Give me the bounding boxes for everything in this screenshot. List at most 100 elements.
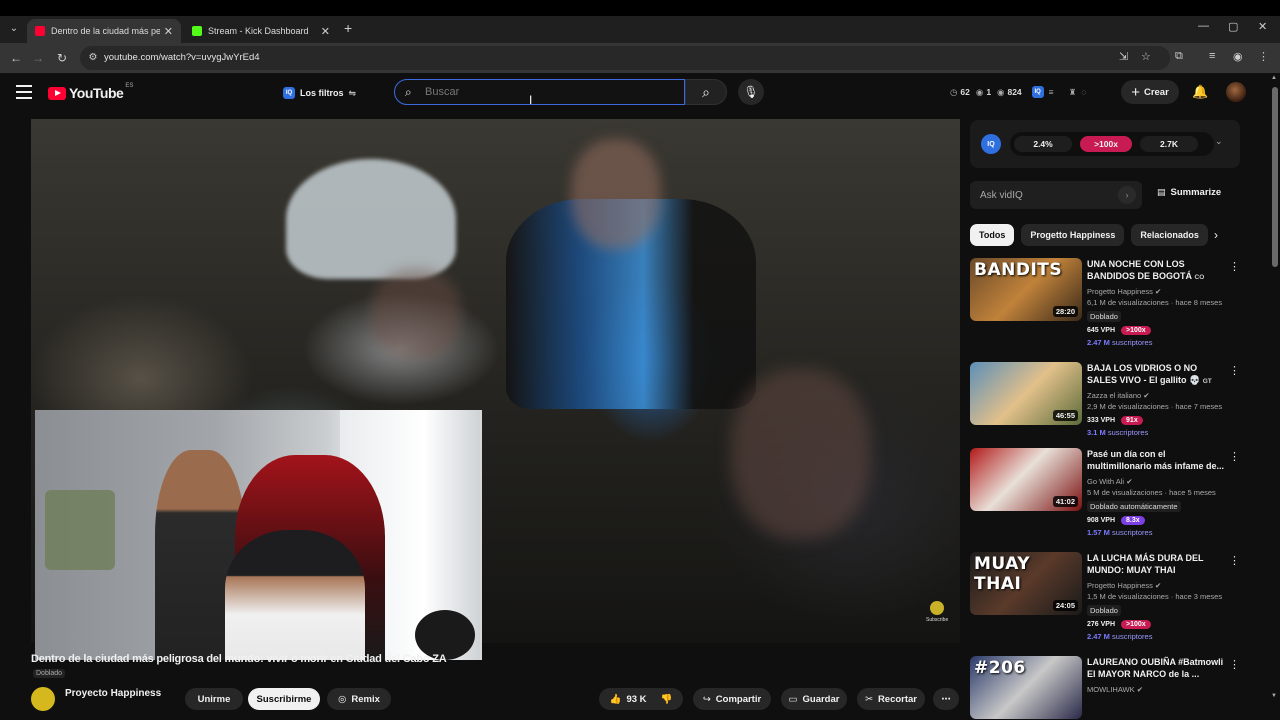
blurred-face [571, 139, 661, 249]
browser-tab-kick[interactable]: Stream - Kick Dashboard ✕ [184, 19, 338, 43]
vidiq-icon[interactable]: IQ [981, 134, 1001, 154]
media-controls-icon[interactable]: ≡ [1209, 50, 1215, 62]
more-options-icon[interactable]: ⋮ [1229, 450, 1240, 463]
send-arrow-icon[interactable]: › [1118, 186, 1136, 204]
subscriber-count: 2.47 M suscriptores [1087, 338, 1227, 347]
channel-avatar[interactable] [31, 687, 55, 711]
subscriber-value: 2.47 M [1087, 632, 1110, 641]
install-app-icon[interactable]: ⇲ [1119, 50, 1128, 63]
more-options-icon[interactable]: ⋮ [1229, 364, 1240, 377]
more-options-icon[interactable]: ⋮ [1229, 554, 1240, 567]
tab-search-icon[interactable]: ⌄ [6, 21, 22, 37]
address-bar[interactable]: ⚙ youtube.com/watch?v=uvygJwYrEd4 [80, 46, 1170, 70]
scroll-up-icon[interactable]: ▲ [1271, 75, 1277, 81]
back-icon[interactable]: ← [8, 50, 24, 66]
subscriber-value: 1.57 M [1087, 528, 1110, 537]
list-icon[interactable]: ≡ [1049, 87, 1054, 97]
vidiq-stats-row: 645 VPH >100x [1087, 326, 1227, 335]
recommendation-title[interactable]: LA LUCHA MÁS DURA DEL MUNDO: MUAY THAI [1087, 552, 1227, 576]
channel-name[interactable]: Go With Ali [1087, 477, 1124, 486]
more-actions-icon[interactable]: ⋯ [933, 688, 959, 710]
close-window-icon[interactable]: ✕ [1258, 20, 1267, 33]
subscribe-watermark[interactable]: Subscribe [926, 601, 948, 623]
remix-button[interactable]: ◎ Remix [327, 688, 391, 710]
video-thumbnail[interactable]: BANDITS 28:20 [970, 258, 1082, 321]
extensions-icon[interactable]: ⧉ [1175, 50, 1183, 63]
vph-metric[interactable]: 2.7K [1140, 136, 1198, 152]
minimize-icon[interactable]: — [1198, 20, 1209, 32]
youtube-header: YouTube ES IQ Los filtros ⇋ ⌕ ⌕ 🎙 I ◷62 … [0, 73, 1280, 113]
channel-name[interactable]: Progetto Happiness [1087, 287, 1153, 296]
close-tab-icon[interactable]: ✕ [321, 25, 330, 38]
more-options-icon[interactable]: ⋮ [1229, 658, 1240, 671]
recommendation-title[interactable]: Pasé un día con el multimillonario más i… [1087, 448, 1227, 472]
recommendation-card[interactable]: 46:55 BAJA LOS VIDRIOS O NO SALES VIVO - … [970, 362, 1240, 458]
hamburger-menu-icon[interactable] [16, 85, 32, 99]
search-button[interactable]: ⌕ [685, 79, 727, 105]
chat-icon[interactable]: ◌ [1081, 87, 1086, 97]
chip-todos[interactable]: Todos [970, 224, 1015, 246]
recommendation-card[interactable]: 41:02 Pasé un día con el multimillonario … [970, 448, 1240, 544]
profile-avatar-icon[interactable]: ◉ [1233, 50, 1243, 63]
dubbed-tag: Doblado [33, 669, 66, 678]
video-thumbnail[interactable]: MUAY THAI 24:05 [970, 552, 1082, 615]
recommendation-title[interactable]: UNA NOCHE CON LOS BANDIDOS DE BOGOTÁ CO [1087, 258, 1227, 282]
scrollbar-thumb[interactable] [1272, 87, 1278, 267]
join-button[interactable]: Unirme [185, 688, 243, 710]
verified-icon: ✔ [1126, 477, 1133, 486]
scroll-down-icon[interactable]: ▼ [1271, 693, 1277, 699]
close-tab-icon[interactable]: ✕ [164, 25, 173, 38]
recommendation-title[interactable]: BAJA LOS VIDRIOS O NO SALES VIVO - El ga… [1087, 362, 1227, 386]
clip-button[interactable]: ✂ Recortar [857, 688, 925, 710]
recommendation-card[interactable]: BANDITS 28:20 UNA NOCHE CON LOS BANDIDOS D… [970, 258, 1240, 354]
search-input[interactable] [425, 83, 665, 101]
browser-menu-icon[interactable]: ⋮ [1258, 50, 1269, 63]
trophy-icon[interactable]: ♜ [1069, 87, 1077, 98]
create-button[interactable]: + Crear [1121, 80, 1179, 104]
browser-tab-youtube[interactable]: Dentro de la ciudad más peligrosa ✕ [27, 19, 181, 43]
outlier-metric[interactable]: >100x [1080, 136, 1132, 152]
chevron-right-icon[interactable]: › [1214, 228, 1218, 242]
account-avatar[interactable] [1226, 82, 1246, 102]
clock-icon: ◷ [950, 86, 958, 97]
ask-vidiq-input[interactable] [980, 187, 1110, 203]
recommendation-meta: Zazza el italiano ✔ 2,9 M de visualizacio… [1087, 390, 1227, 412]
like-button[interactable]: 👍 93 K 👎 [599, 688, 683, 710]
share-button[interactable]: ↪ Compartir [693, 688, 771, 710]
voice-search-button[interactable]: 🎙 [738, 79, 764, 105]
vidiq-filters-button[interactable]: IQ Los filtros ⇋ [283, 84, 356, 102]
site-info-icon[interactable]: ⚙ [86, 51, 100, 65]
title-text: UNA NOCHE CON LOS BANDIDOS DE BOGOTÁ [1087, 259, 1193, 281]
thumbs-down-icon[interactable]: 👎 [661, 694, 673, 705]
page-scrollbar[interactable]: ▲ ▼ [1270, 73, 1280, 720]
bookmark-star-icon[interactable]: ☆ [1141, 50, 1151, 63]
youtube-logo[interactable]: YouTube ES [48, 83, 133, 101]
subscribe-button[interactable]: Suscribirme [248, 688, 320, 710]
outlier-badge: 8.3x [1121, 516, 1145, 525]
vidiq-icon[interactable]: IQ [1031, 86, 1044, 98]
chip-channel[interactable]: Progetto Happiness [1021, 224, 1125, 246]
save-button[interactable]: ▭ Guardar [781, 688, 847, 710]
recommendation-title[interactable]: LAUREANO OUBIÑA #Batmowli El MAYOR NARCO… [1087, 656, 1227, 680]
video-thumbnail[interactable]: #206 [970, 656, 1082, 719]
channel-name[interactable]: Zazza el italiano [1087, 391, 1141, 400]
video-thumbnail[interactable]: 41:02 [970, 448, 1082, 511]
recommendation-card[interactable]: #206 LAUREANO OUBIÑA #Batmowli El MAYOR N… [970, 656, 1240, 720]
channel-name[interactable]: MOWLIHAWK [1087, 685, 1135, 694]
chip-related[interactable]: Relacionados [1131, 224, 1208, 246]
reload-icon[interactable]: ↻ [54, 50, 70, 66]
channel-name[interactable]: Proyecto Happiness [65, 688, 161, 699]
new-tab-icon[interactable]: + [344, 20, 352, 36]
channel-name[interactable]: Progetto Happiness [1087, 581, 1153, 590]
more-options-icon[interactable]: ⋮ [1229, 260, 1240, 273]
engagement-metric[interactable]: 2.4% [1014, 136, 1072, 152]
summarize-button[interactable]: ▤ Summarize [1157, 187, 1221, 198]
forward-icon[interactable]: → [30, 50, 46, 66]
watermark-label: Subscribe [926, 617, 949, 623]
recommendation-info: BAJA LOS VIDRIOS O NO SALES VIVO - El ga… [1087, 362, 1227, 437]
chevron-down-icon[interactable]: ⌄ [1215, 136, 1223, 147]
notifications-bell-icon[interactable]: 🔔 [1192, 84, 1208, 100]
maximize-icon[interactable]: ▢ [1228, 20, 1238, 33]
recommendation-card[interactable]: MUAY THAI 24:05 LA LUCHA MÁS DURA DEL MUND… [970, 552, 1240, 648]
video-thumbnail[interactable]: 46:55 [970, 362, 1082, 425]
